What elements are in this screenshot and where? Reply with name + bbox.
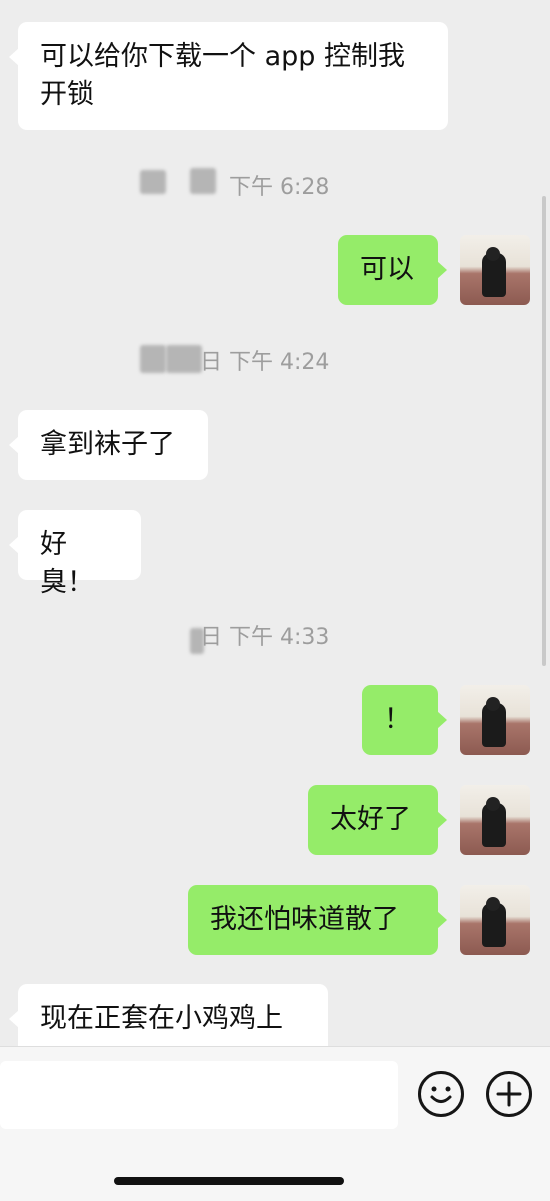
blurred-label [190,168,216,194]
blurred-label [166,345,202,373]
timestamp: 日 下午 4:24 [0,343,550,383]
input-bar [0,1046,550,1201]
blurred-label [140,345,166,373]
message-bubble-incoming[interactable]: 好臭！ [9,510,141,598]
message-bubble-incoming[interactable]: 可以给你下载一个 app 控制我开锁 [9,22,448,130]
message-text: 可以给你下载一个 app 控制我开锁 [40,41,405,110]
avatar[interactable] [460,685,530,755]
scrollbar[interactable] [542,196,546,666]
avatar-head [486,697,500,711]
emoji-icon[interactable] [418,1071,464,1117]
message-text: 好臭！ [40,529,94,598]
avatar[interactable] [460,885,530,955]
avatar-head [486,897,500,911]
message-bubble-outgoing[interactable]: 我还怕味道散了 [188,885,447,955]
timestamp-text: 日 下午 4:33 [200,625,330,650]
avatar-head [486,247,500,261]
timestamp-text: 下午 6:28 [229,175,330,200]
message-text: ！ [384,704,411,735]
message-bubble-incoming[interactable]: 现在正套在小鸡鸡上 [9,984,328,1046]
message-bubble-outgoing[interactable]: 可以 [338,235,447,305]
timestamp: 下午 6:28 [0,168,550,208]
avatar[interactable] [460,785,530,855]
message-bubble-outgoing[interactable]: ！ [362,685,447,755]
chat-area[interactable]: 可以给你下载一个 app 控制我开锁 下午 6:28 可以 日 下午 4:24 … [0,0,550,1046]
timestamp: 日 下午 4:33 [0,618,550,658]
message-bubble-incoming[interactable]: 拿到袜子了 [9,410,208,480]
avatar-head [486,797,500,811]
message-bubble-outgoing[interactable]: 太好了 [308,785,447,855]
message-text: 拿到袜子了 [40,429,175,460]
timestamp-text: 日 下午 4:24 [200,350,330,375]
message-text: 可以 [360,254,414,285]
home-indicator[interactable] [114,1177,344,1185]
message-text: 我还怕味道散了 [210,904,399,935]
message-text: 太好了 [330,804,411,835]
blurred-label [140,170,166,194]
message-input[interactable] [0,1061,398,1129]
avatar[interactable] [460,235,530,305]
plus-icon[interactable] [486,1071,532,1117]
message-text: 现在正套在小鸡鸡上 [40,1003,283,1034]
